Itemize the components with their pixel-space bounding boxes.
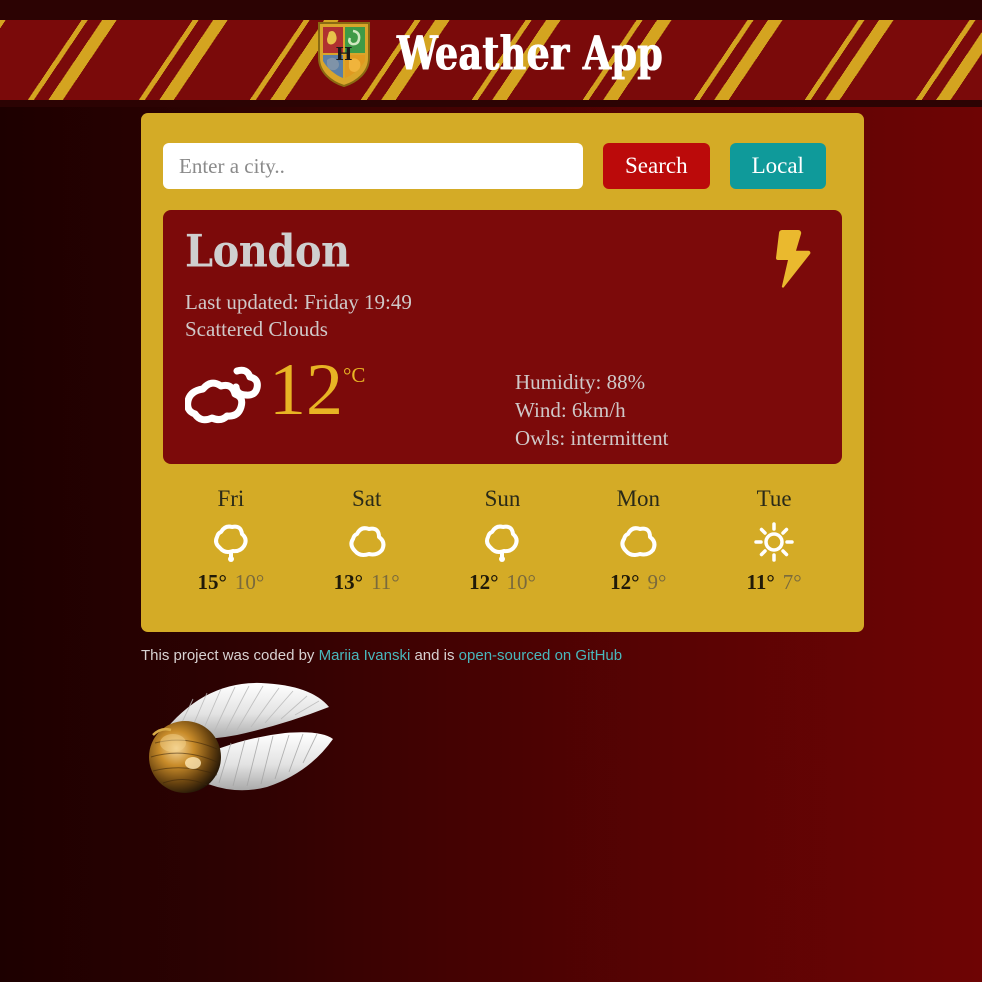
temperature-unit: °C [343,363,366,387]
humidity-value: Humidity: 88% [515,370,646,394]
forecast-day-label: Sat [352,486,382,511]
forecast-day-1: Sat 13° 11° [299,486,435,595]
forecast-min-temp: 7° [782,570,802,594]
search-button[interactable]: Search [603,143,710,189]
current-temperature: 12 [269,349,343,431]
sun-icon [754,522,794,562]
wind-value: Wind: 6km/h [515,397,626,422]
forecast-day-0: Fri 15° 10° [163,486,299,595]
author-link[interactable]: Mariia Ivanski [319,647,411,664]
current-weather-card: London Last updated: Friday 19:49 Scatte… [163,210,842,464]
forecast-min-temp: 9° [647,570,667,594]
weather-panel: Search Local London Last updated: Friday… [141,113,864,632]
local-button[interactable]: Local [729,143,826,189]
forecast-row: Fri 15° 10° Sat 13° 11° Sun 12° 10° Mon … [163,486,842,595]
forecast-min-temp: 10° [506,570,536,594]
scattered-clouds-icon [185,366,261,424]
forecast-day-4: Tue 11° 7° [706,486,842,595]
weather-description: Scattered Clouds [185,317,328,342]
page-title: Weather App [396,25,664,81]
footer-text-middle: and is [410,647,459,664]
app-header: H Weather App [0,0,982,107]
last-updated-text: Last updated: Friday 19:49 [185,290,412,314]
forecast-day-label: Tue [756,486,792,511]
footer-text-before: This project was coded by [141,647,319,664]
github-source-link[interactable]: open-sourced on GitHub [459,647,622,664]
forecast-day-label: Sun [484,486,521,511]
forecast-max-temp: 12° [469,570,499,594]
cloud-icon [349,526,386,557]
forecast-max-temp: 13° [333,570,364,594]
owls-value: Owls: intermittent [515,425,669,450]
forecast-max-temp: 15° [197,570,227,594]
forecast-min-temp: 10° [234,570,265,594]
search-input[interactable] [163,143,583,189]
golden-snitch-icon [149,682,333,793]
forecast-min-temp: 11° [371,570,400,594]
cloud-icon [620,526,657,557]
footer-credit: This project was coded by Mariia Ivanski… [141,647,622,664]
rain-cloud-icon [485,524,520,562]
forecast-day-label: Fri [217,486,245,511]
search-bar: Search Local [163,143,842,189]
forecast-max-temp: 11° [746,570,775,594]
forecast-max-temp: 12° [610,570,640,594]
forecast-day-label: Mon [616,486,661,511]
city-name: London [185,225,350,278]
hogwarts-crest-icon: H [318,21,371,87]
rain-cloud-icon [213,524,248,562]
svg-text:H: H [336,44,353,65]
forecast-day-3: Mon 12° 9° [570,486,706,595]
forecast-day-2: Sun 12° 10° [435,486,571,595]
